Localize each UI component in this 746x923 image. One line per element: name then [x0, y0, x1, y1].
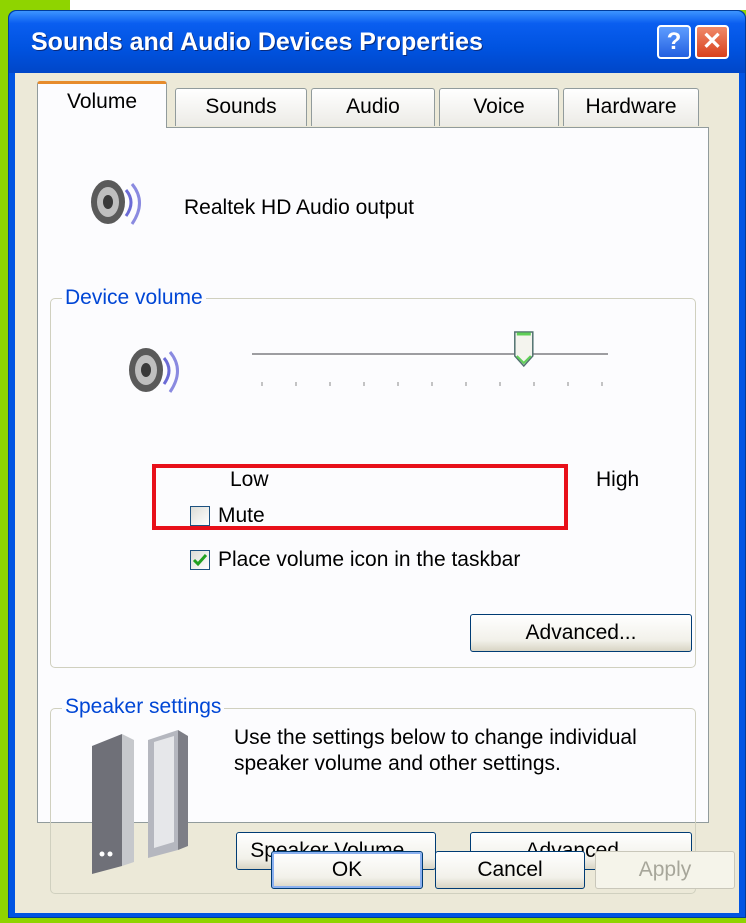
help-icon: ? — [666, 28, 682, 55]
window-title: Sounds and Audio Devices Properties — [31, 28, 483, 56]
annotation-highlight-box — [152, 464, 568, 530]
speaker-description-line2: speaker volume and other settings. — [234, 752, 561, 775]
tab-label: Hardware — [585, 95, 677, 118]
tab-audio[interactable]: Audio — [311, 88, 435, 126]
close-icon: ✕ — [701, 28, 723, 55]
taskbar-icon-label: Place volume icon in the taskbar — [218, 548, 521, 571]
apply-button[interactable]: Apply — [595, 851, 735, 889]
tab-hardware[interactable]: Hardware — [563, 88, 699, 126]
close-button[interactable]: ✕ — [695, 25, 729, 59]
tab-voice[interactable]: Voice — [439, 88, 559, 126]
volume-slider[interactable] — [238, 326, 618, 396]
tab-label: Audio — [346, 95, 400, 118]
slider-ticks — [261, 382, 603, 386]
device-volume-label: Device volume — [62, 286, 206, 310]
ok-button[interactable]: OK — [271, 851, 423, 889]
tab-label: Sounds — [205, 95, 277, 118]
speaker-settings-label: Speaker settings — [62, 695, 225, 719]
volume-speaker-icon — [129, 348, 179, 393]
high-label: High — [596, 468, 640, 491]
speaker-description-line1: Use the settings below to change individ… — [234, 726, 637, 749]
help-button[interactable]: ? — [657, 25, 691, 59]
device-name: Realtek HD Audio output — [184, 196, 414, 219]
title-bar[interactable]: Sounds and Audio Devices Properties ? ✕ — [9, 11, 745, 73]
speaker-icon — [91, 180, 141, 225]
tab-sounds[interactable]: Sounds — [175, 88, 307, 126]
checkmark-icon — [192, 554, 208, 567]
tab-label: Volume — [66, 90, 138, 113]
tab-label: Voice — [473, 95, 525, 118]
taskbar-icon-checkbox[interactable] — [190, 550, 210, 570]
device-advanced-button[interactable]: Advanced... — [470, 614, 692, 652]
screen-edge — [70, 0, 746, 10]
slider-thumb[interactable] — [514, 331, 534, 368]
cancel-button[interactable]: Cancel — [435, 851, 585, 889]
tab-volume[interactable]: Volume — [37, 81, 167, 128]
speakers-icon — [92, 730, 188, 874]
